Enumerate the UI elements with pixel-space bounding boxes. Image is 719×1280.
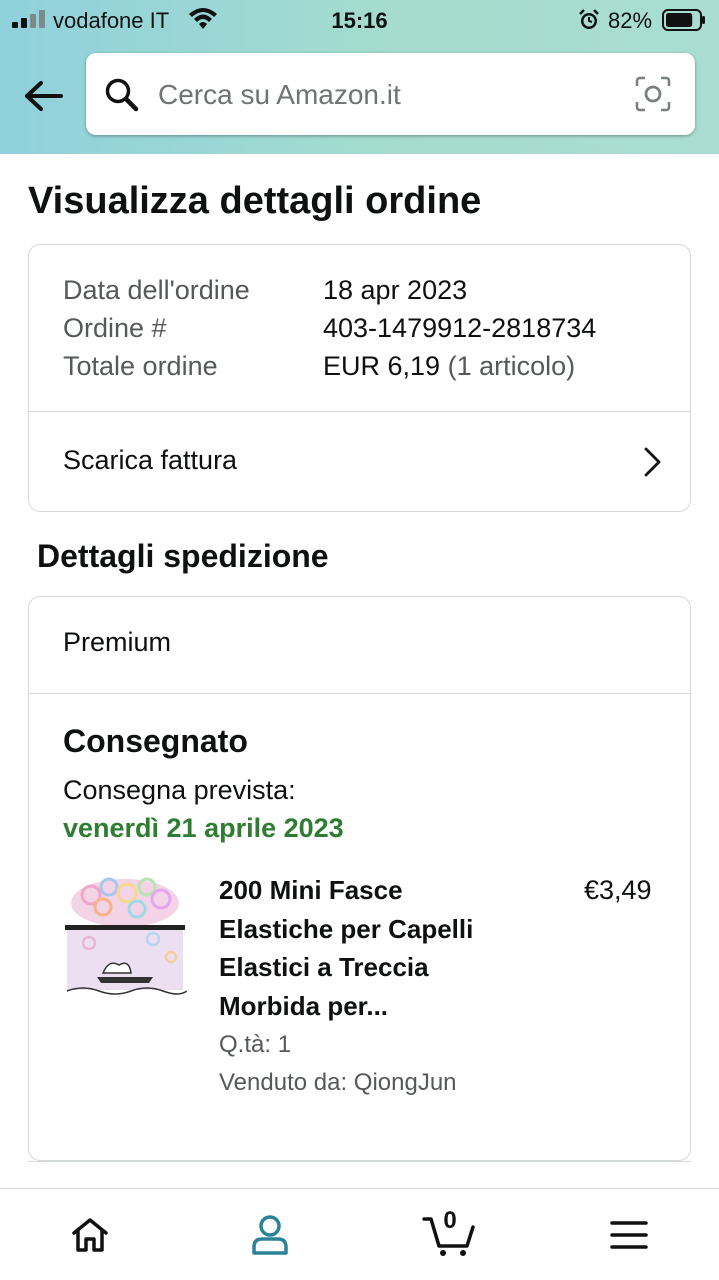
search-icon bbox=[105, 78, 139, 112]
order-number-label: Ordine # bbox=[63, 313, 167, 343]
download-invoice-row[interactable]: Scarica fattura bbox=[29, 413, 690, 511]
product-price: €3,49 bbox=[584, 875, 652, 905]
shipment-card: Premium Consegnato Consegna prevista: ve… bbox=[28, 596, 691, 1161]
camera-scan-icon[interactable] bbox=[634, 75, 672, 113]
expected-delivery-label: Consegna prevista: bbox=[63, 775, 296, 805]
search-bar[interactable] bbox=[86, 53, 695, 135]
tab-menu[interactable] bbox=[569, 1189, 689, 1280]
tab-profile[interactable] bbox=[210, 1189, 330, 1280]
home-icon bbox=[72, 1218, 108, 1252]
product-seller: Venduto da: QiongJun bbox=[219, 1069, 457, 1096]
order-item-count: (1 articolo) bbox=[447, 351, 576, 381]
shipping-type: Premium bbox=[63, 627, 172, 657]
delivery-status: Consegnato bbox=[63, 723, 248, 759]
header-area: vodafone IT 15:16 82% bbox=[0, 0, 719, 154]
battery-icon bbox=[662, 9, 705, 31]
order-number-value: 403-1479912-2818734 bbox=[323, 313, 597, 343]
product-title-link[interactable]: 200 Mini Fasce Elastiche per Capelli Ela… bbox=[219, 871, 519, 1025]
status-bar: vodafone IT 15:16 82% bbox=[0, 0, 719, 42]
tab-cart[interactable]: 0 bbox=[390, 1189, 510, 1280]
shipping-section-title: Dettagli spedizione bbox=[37, 538, 329, 574]
menu-icon bbox=[610, 1221, 648, 1249]
battery-percent: 82% bbox=[608, 8, 653, 33]
divider bbox=[29, 411, 690, 412]
order-date-value: 18 apr 2023 bbox=[323, 275, 468, 305]
order-total-amount: EUR 6,19 bbox=[323, 351, 441, 381]
order-summary-card: Data dell'ordine 18 apr 2023 Ordine # 40… bbox=[28, 244, 691, 512]
chevron-right-icon bbox=[644, 447, 661, 477]
back-button[interactable] bbox=[20, 76, 66, 116]
profile-icon bbox=[252, 1215, 288, 1255]
page-title: Visualizza dettagli ordine bbox=[28, 180, 482, 222]
divider bbox=[28, 1161, 691, 1162]
expected-delivery-date: venerdì 21 aprile 2023 bbox=[63, 813, 344, 843]
download-invoice-label: Scarica fattura bbox=[63, 445, 238, 475]
bottom-tab-bar: 0 bbox=[0, 1188, 719, 1280]
order-total-label: Totale ordine bbox=[63, 351, 218, 381]
tab-home[interactable] bbox=[30, 1189, 150, 1280]
divider bbox=[29, 693, 690, 694]
order-date-label: Data dell'ordine bbox=[63, 275, 250, 305]
product-quantity: Q.tà: 1 bbox=[219, 1031, 292, 1058]
product-image[interactable] bbox=[63, 873, 187, 1001]
cart-count: 0 bbox=[443, 1207, 457, 1234]
search-input[interactable] bbox=[158, 73, 608, 117]
order-total-value: EUR 6,19 (1 articolo) bbox=[323, 351, 575, 382]
alarm-icon bbox=[579, 9, 599, 29]
back-arrow-icon bbox=[25, 81, 63, 111]
